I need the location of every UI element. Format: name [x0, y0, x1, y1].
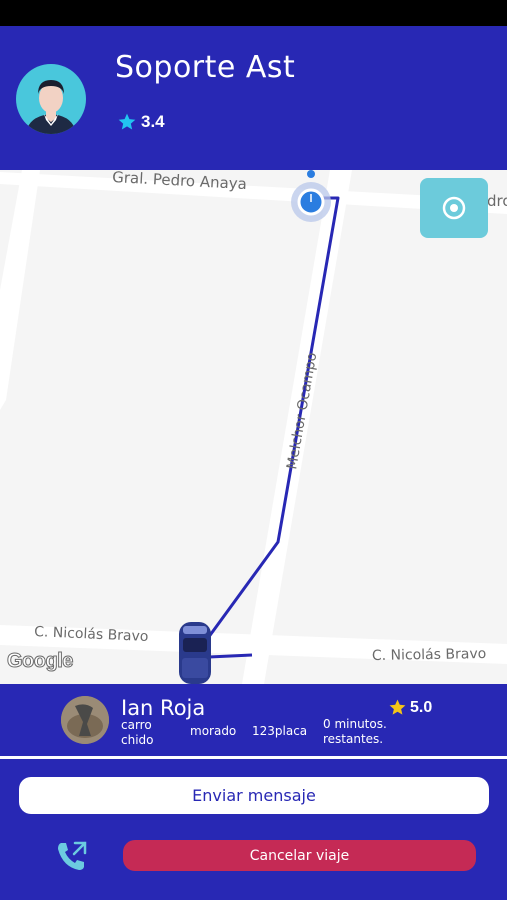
driver-panel: Ian Roja carro chido morado 123placa 0 m…	[0, 684, 507, 756]
car-plate: 123placa	[252, 724, 308, 738]
send-message-button[interactable]: Enviar mensaje	[19, 777, 489, 814]
driver-photo	[61, 696, 109, 744]
header-rating: 3.4	[117, 112, 165, 132]
cancel-trip-button[interactable]: Cancelar viaje	[123, 840, 476, 871]
driver-photo-image	[61, 696, 109, 744]
driver-rating: 5.0	[388, 698, 432, 717]
driver-rating-value: 5.0	[410, 698, 433, 716]
driver-name: Ian Roja	[121, 696, 206, 720]
locate-button[interactable]	[420, 178, 488, 238]
user-avatar[interactable]	[16, 64, 86, 134]
street-label-top-right: dro	[487, 192, 507, 210]
street-label-bottom-right: C. Nicolás Bravo	[372, 646, 487, 664]
person-icon	[26, 80, 76, 134]
map[interactable]: Gral. Pedro Anaya dro Melchor Ocampo C. …	[0, 170, 507, 684]
header: Soporte Ast 3.4	[0, 26, 507, 170]
google-attribution: Google	[7, 650, 74, 673]
car-model: carro chido	[121, 718, 154, 747]
locate-icon	[442, 196, 466, 220]
actions-panel: Enviar mensaje Cancelar viaje	[0, 759, 507, 900]
car-marker-icon	[179, 622, 211, 684]
status-bar	[0, 0, 507, 26]
star-icon	[118, 113, 136, 130]
star-icon	[389, 699, 406, 715]
call-button[interactable]	[52, 837, 92, 875]
car-color: morado	[190, 724, 237, 738]
support-name: Soporte Ast	[115, 50, 296, 85]
header-rating-value: 3.4	[141, 112, 165, 131]
phone-icon	[58, 841, 87, 870]
eta-text: 0 minutos. restantes.	[323, 717, 387, 746]
map-canvas[interactable]: Gral. Pedro Anaya dro Melchor Ocampo C. …	[0, 170, 507, 684]
